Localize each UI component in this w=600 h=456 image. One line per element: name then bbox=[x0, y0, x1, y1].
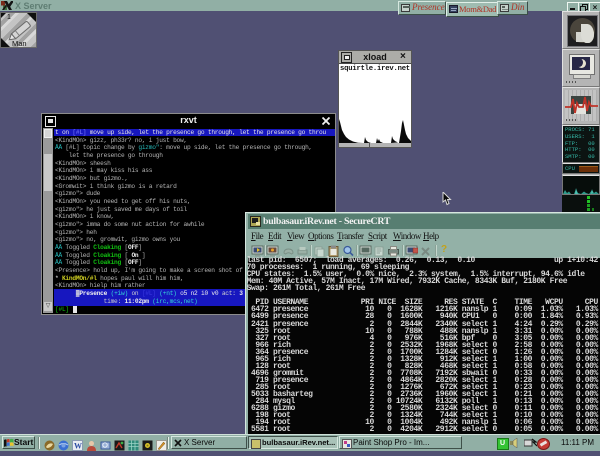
svg-text:W: W bbox=[74, 441, 82, 450]
